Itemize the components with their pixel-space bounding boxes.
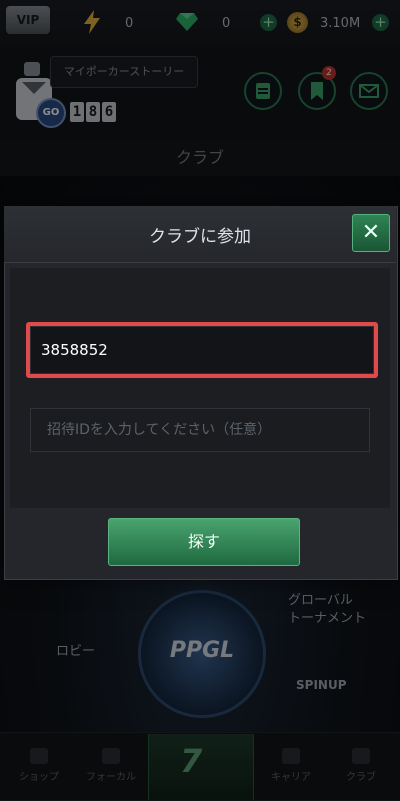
dialog-title: クラブに参加 xyxy=(149,227,251,247)
dialog-body xyxy=(10,268,390,508)
close-button[interactable]: ✕ xyxy=(352,214,390,252)
input-highlight-box xyxy=(26,322,378,378)
invite-id-input[interactable] xyxy=(30,408,370,452)
search-button[interactable]: 探す xyxy=(108,518,300,566)
